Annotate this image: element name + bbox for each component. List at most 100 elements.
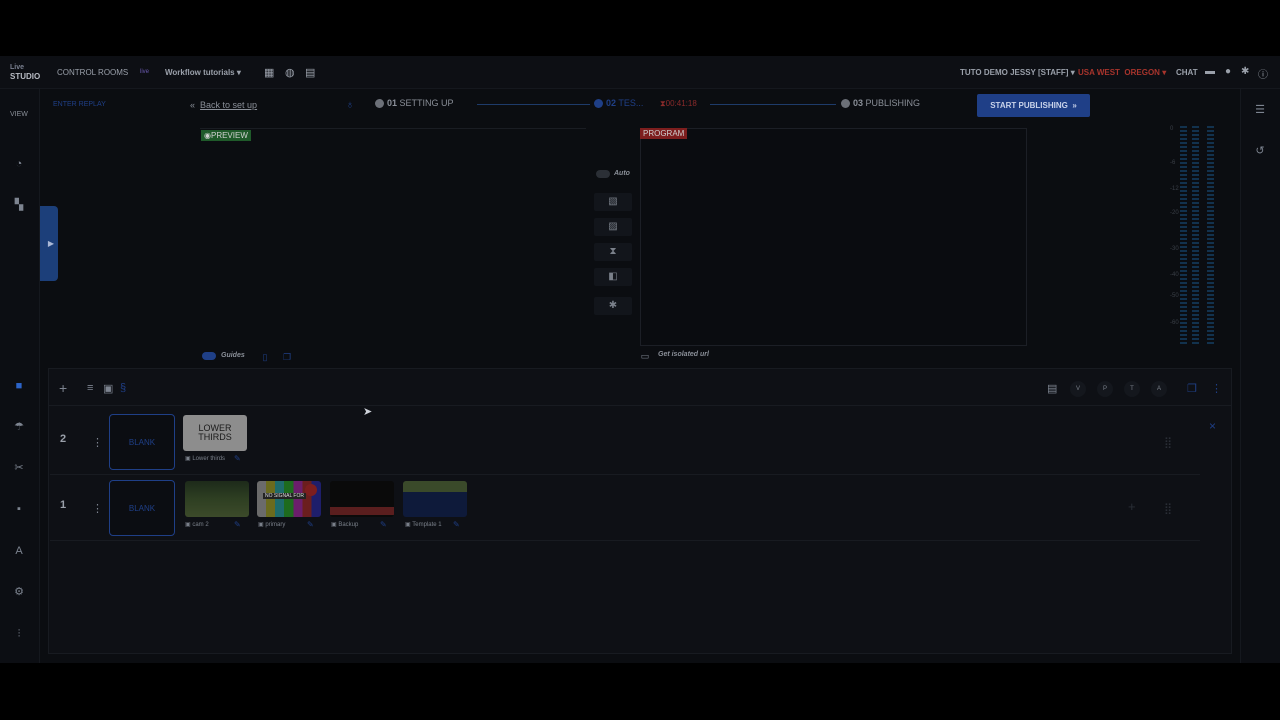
app-logo[interactable]: Live STUDIO: [10, 63, 46, 81]
copy-icon[interactable]: ❐: [1187, 382, 1197, 395]
plus-icon[interactable]: +: [59, 380, 67, 396]
preview-monitor[interactable]: [200, 128, 586, 346]
logo-top: Live: [10, 64, 25, 71]
region-sub-label: OREGON: [1124, 68, 1160, 77]
source-label: ▣ Template 1: [405, 521, 442, 528]
blank-button[interactable]: BLANK: [109, 414, 175, 470]
source-label: ▣ Backup: [331, 521, 358, 528]
preview-tag-label: PREVIEW: [210, 131, 248, 140]
circle-button-v[interactable]: V: [1070, 381, 1086, 397]
live-badge: live: [140, 69, 150, 75]
blank-button[interactable]: BLANK: [109, 480, 175, 536]
calendar-icon[interactable]: ▦: [264, 66, 274, 79]
meter-label: -60: [1170, 320, 1179, 326]
circle-button-p[interactable]: P: [1097, 381, 1113, 397]
controller-icon[interactable]: ⚙: [12, 585, 26, 599]
layer-menu-icon[interactable]: ⋮: [92, 502, 103, 515]
drag-handle-icon[interactable]: ⣿: [1164, 436, 1172, 449]
video-camera-icon[interactable]: ■: [12, 379, 26, 393]
tools-icon[interactable]: ✂: [12, 461, 26, 475]
step-publishing[interactable]: 03 PUBLISHING: [841, 98, 921, 109]
workflow-dropdown[interactable]: Workflow tutorials ▾: [165, 68, 241, 77]
comment-icon[interactable]: ▪: [12, 502, 26, 516]
back-link-label: Back to set up: [200, 100, 258, 110]
user-icon[interactable]: ●: [1225, 66, 1231, 77]
image-plus-button[interactable]: ▧: [594, 193, 632, 211]
testing-timer: ⧗00:41:18: [660, 99, 697, 109]
start-publishing-button[interactable]: START PUBLISHING »: [977, 94, 1090, 117]
region-dropdown[interactable]: USA WEST OREGON ▾: [1078, 68, 1166, 77]
circle-button-t[interactable]: T: [1124, 381, 1140, 397]
layout-icon: ▣: [185, 456, 191, 462]
circle-button-a[interactable]: A: [1151, 381, 1167, 397]
pencil-icon[interactable]: ✎: [453, 520, 460, 529]
isolated-url-link[interactable]: Get isolated url: [658, 351, 709, 358]
image-add-button[interactable]: ▨: [594, 218, 632, 236]
step-3-label: PUBLISHING: [865, 98, 921, 108]
chat-icon[interactable]: ▬: [1205, 66, 1215, 77]
double-chevron-left-icon: «: [190, 100, 196, 110]
user-dropdown[interactable]: TUTO DEMO JESSY [STAFF] ▾: [960, 68, 1075, 77]
step-1-num: 01: [387, 98, 398, 108]
copy-icon[interactable]: ❐: [280, 350, 294, 364]
step-3-num: 03: [853, 98, 864, 108]
cut-icon: ◧: [608, 271, 618, 282]
info-icon[interactable]: ⓘ: [1258, 66, 1268, 81]
primary-thumbnail[interactable]: NO SIGNAL FOR: [257, 481, 321, 517]
lower-thirds-thumbnail[interactable]: LOWER THIRDS: [183, 415, 247, 451]
step-testing[interactable]: 02 TES...: [594, 98, 643, 109]
mouse-cursor: ➤: [363, 406, 373, 418]
enter-replay-button[interactable]: ENTER REPLAY: [53, 101, 106, 108]
source-name: cam 2: [192, 522, 209, 528]
meter-label: -12: [1170, 186, 1179, 192]
control-rooms-link[interactable]: CONTROL ROOMS: [57, 68, 128, 77]
mobile-icon[interactable]: ▯: [258, 350, 272, 364]
link-icon[interactable]: §: [120, 382, 126, 394]
layout-icon[interactable]: ▤: [305, 66, 315, 79]
pencil-icon[interactable]: ✎: [234, 520, 241, 529]
dashboard-icon[interactable]: ◔: [12, 157, 26, 171]
switcher-settings-button[interactable]: ✱: [594, 297, 632, 315]
back-to-setup-link[interactable]: « Back to set up: [190, 100, 257, 110]
kebab-menu-icon[interactable]: ⋮: [1211, 382, 1222, 395]
pencil-icon[interactable]: ✎: [234, 454, 241, 463]
keyboard-icon[interactable]: ▤: [1047, 382, 1057, 395]
list-icon[interactable]: ☰: [1253, 103, 1267, 117]
drag-handle-icon[interactable]: ⣿: [1164, 502, 1172, 515]
chat-link[interactable]: CHAT: [1176, 68, 1198, 77]
text-icon[interactable]: A: [12, 544, 26, 558]
image-add-icon: ▨: [608, 221, 618, 232]
step-1-label: SETTING UP: [399, 98, 454, 108]
pencil-icon[interactable]: ✎: [307, 520, 314, 529]
meter-label: -30: [1170, 246, 1179, 252]
broadcast-icon[interactable]: ☂: [12, 420, 26, 434]
no-signal-label: NO SIGNAL FOR: [263, 493, 306, 499]
cam-2-thumbnail[interactable]: [185, 481, 249, 517]
gear-icon: ✱: [608, 300, 618, 311]
add-source-icon[interactable]: +: [1128, 499, 1136, 514]
guides-toggle[interactable]: [202, 352, 216, 360]
auto-toggle[interactable]: [596, 170, 610, 178]
layer-menu-icon[interactable]: ⋮: [92, 436, 103, 449]
lock-icon[interactable]: ▣: [103, 382, 113, 395]
camera-icon: ▣: [185, 522, 191, 528]
program-monitor[interactable]: [640, 128, 1027, 346]
cut-button[interactable]: ◧: [594, 268, 632, 286]
backup-thumbnail[interactable]: [330, 481, 394, 517]
transition-button[interactable]: ⧗: [594, 243, 632, 261]
align-left-icon[interactable]: ≡: [87, 382, 93, 394]
pencil-icon[interactable]: ✎: [380, 520, 387, 529]
source-name: Backup: [338, 522, 359, 528]
monitor-icon: ▭: [640, 351, 650, 361]
globe-icon[interactable]: ◍: [285, 66, 295, 79]
grid-icon[interactable]: ▚: [12, 198, 26, 212]
template-1-thumbnail[interactable]: [403, 481, 467, 517]
double-chevron-right-icon: »: [1072, 101, 1077, 110]
step-setting-up[interactable]: 01 SETTING UP: [375, 98, 454, 109]
close-icon[interactable]: ×: [1209, 419, 1216, 433]
undo-icon[interactable]: ↺: [1253, 144, 1267, 158]
lightbulb-icon[interactable]: ♁: [343, 98, 357, 112]
gear-icon[interactable]: ✱: [1241, 66, 1249, 77]
sliders-icon[interactable]: ⫶: [12, 627, 26, 641]
step-dot: [841, 99, 850, 109]
